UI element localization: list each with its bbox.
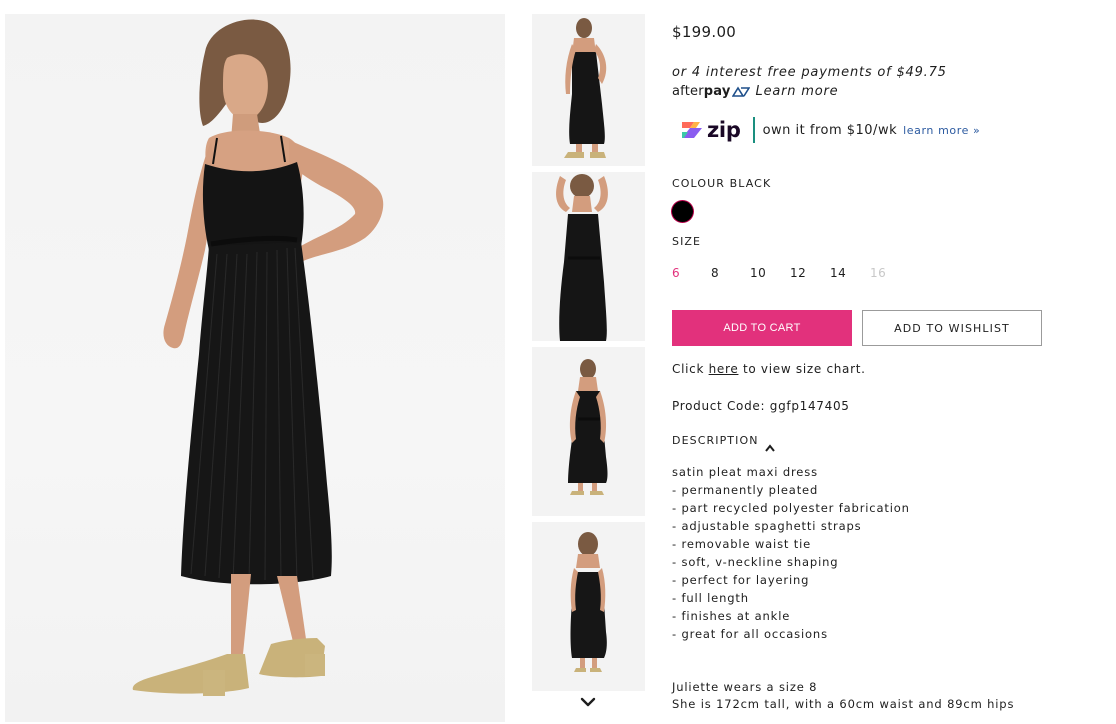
- chevron-up-icon: [764, 437, 775, 452]
- size-option-12[interactable]: 12: [790, 266, 806, 280]
- thumbnail-photo: [564, 18, 607, 158]
- thumbnail-3[interactable]: [532, 347, 645, 516]
- main-product-image[interactable]: [5, 14, 505, 722]
- afterpay-logo: afterpay: [672, 84, 731, 99]
- add-to-cart-button[interactable]: ADD TO CART: [672, 310, 852, 346]
- size-option-8[interactable]: 8: [711, 266, 719, 280]
- zip-row: zip own it from $10/wk learn more »: [680, 117, 980, 143]
- zip-logo-text: zip: [707, 118, 741, 142]
- afterpay-row: afterpay Learn more: [672, 84, 838, 99]
- thumbnail-photo: [570, 532, 607, 672]
- description-line: - part recycled polyester fabrication: [672, 501, 910, 515]
- add-to-wishlist-button[interactable]: ADD TO WISHLIST: [862, 310, 1042, 346]
- zip-mark-icon: [682, 122, 702, 138]
- product-price: $199.00: [672, 23, 737, 41]
- afterpay-arrows-icon: [731, 85, 750, 98]
- zip-installment-text: own it from $10/wk: [762, 122, 898, 138]
- size-label: SIZE: [672, 235, 702, 248]
- size-chart-prefix: Click: [672, 362, 709, 376]
- afterpay-logo-pay: pay: [703, 84, 731, 99]
- description-line: - soft, v-neckline shaping: [672, 555, 839, 569]
- colour-label: COLOUR BLACK: [672, 177, 772, 190]
- size-option-14[interactable]: 14: [830, 266, 846, 280]
- description-line: - great for all occasions: [672, 627, 828, 641]
- description-line: satin pleat maxi dress: [672, 465, 818, 479]
- afterpay-installments: or 4 interest free payments of $49.75: [672, 65, 947, 80]
- description-line: - full length: [672, 591, 749, 605]
- thumbnail-photo: [556, 174, 608, 341]
- description-label: DESCRIPTION: [672, 434, 759, 447]
- description-toggle[interactable]: DESCRIPTION: [672, 434, 775, 452]
- zip-logo: zip: [680, 118, 741, 142]
- model-info: Juliette wears a size 8 She is 172cm tal…: [672, 679, 1014, 713]
- model-size-line: Juliette wears a size 8: [672, 680, 818, 694]
- product-code: Product Code: ggfp147405: [672, 399, 850, 413]
- size-option-10[interactable]: 10: [750, 266, 766, 280]
- thumbnail-1[interactable]: [532, 14, 645, 166]
- afterpay-logo-after: after: [672, 84, 704, 99]
- description-line: - finishes at ankle: [672, 609, 791, 623]
- size-chart-text: Click here to view size chart.: [672, 362, 866, 376]
- chevron-down-icon[interactable]: [580, 694, 596, 710]
- thumbnail-photo: [568, 359, 608, 495]
- thumbnail-2[interactable]: [532, 172, 645, 341]
- size-chart-suffix: to view size chart.: [738, 362, 866, 376]
- description-list: satin pleat maxi dress - permanently ple…: [672, 463, 910, 643]
- thumbnail-4[interactable]: [532, 522, 645, 691]
- model-measurements-line: She is 172cm tall, with a 60cm waist and…: [672, 697, 1015, 711]
- size-chart-link[interactable]: here: [709, 362, 739, 376]
- afterpay-learn-more-link[interactable]: Learn more: [756, 84, 839, 99]
- zip-learn-more-link[interactable]: learn more »: [903, 124, 980, 137]
- description-line: - perfect for layering: [672, 573, 810, 587]
- size-option-6[interactable]: 6: [672, 266, 680, 280]
- zip-divider: [752, 117, 755, 143]
- colour-swatch-black[interactable]: [672, 201, 693, 222]
- size-option-16: 16: [870, 266, 887, 280]
- model-photo: [132, 19, 384, 696]
- description-line: - permanently pleated: [672, 483, 819, 497]
- description-line: - adjustable spaghetti straps: [672, 519, 862, 533]
- description-line: - removable waist tie: [672, 537, 812, 551]
